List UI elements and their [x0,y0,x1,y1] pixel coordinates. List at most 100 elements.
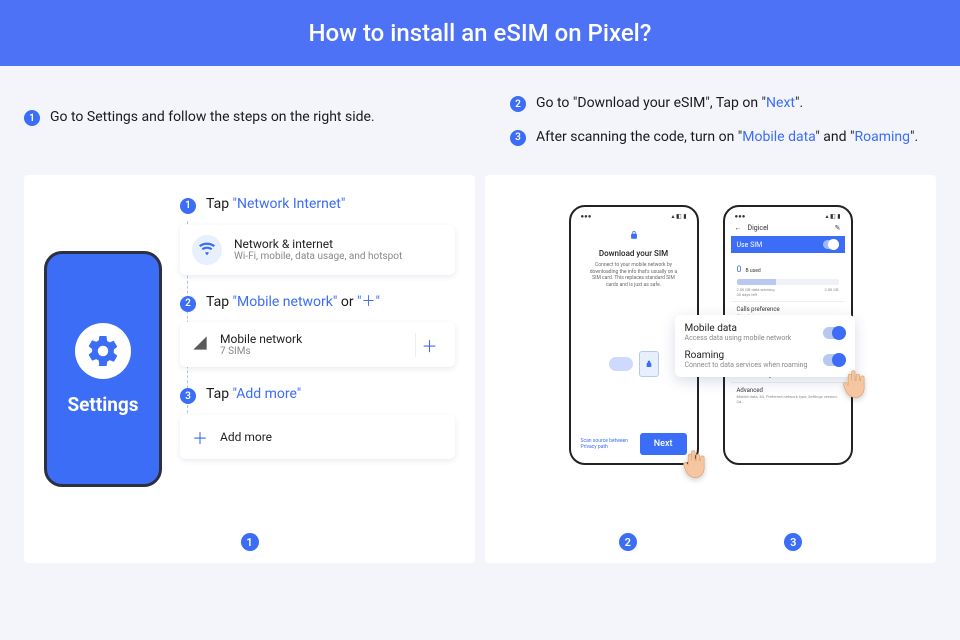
gear-icon [85,333,121,369]
intro-text-3: After scanning the code, turn on "Mobile… [536,128,918,148]
data-usage-section: 0 B used 2.00 GB data warning 30 days le… [731,253,845,302]
carrier-header: ← Digicel ✎ [731,222,845,236]
panels: Settings 1 Tap "Network Internet" [0,175,960,563]
mobile-network-row[interactable]: Mobile network 7 SIMs ＋ [180,322,455,367]
intro-step-2: 2 Go to "Download your eSIM", Tap on "Ne… [510,94,936,114]
s2-or: or [337,294,357,310]
wifi-icon [192,235,222,265]
calls-pref-label: Calls preference [737,306,839,313]
usage-bar [737,279,839,285]
bullet-2: 2 [510,96,526,112]
t3-mid: " and " [815,129,854,145]
bullet-3: 3 [510,130,526,146]
advanced-sub: Mobile data, 3G, Preferred network type,… [737,394,839,404]
s3-hl: "Add more" [233,386,302,402]
used-label: B used [746,268,761,274]
network-internet-row[interactable]: Network & internet Wi-Fi, mobile, data u… [180,225,455,275]
roaming-row[interactable]: Roaming Connect to data services when ro… [685,350,845,369]
mobile-data-toggle[interactable] [823,327,845,339]
plus-icon[interactable]: ＋ [415,333,443,357]
bullet-1: 1 [24,110,40,126]
edit-icon[interactable]: ✎ [835,224,841,232]
s2-hl: "Mobile network" [233,294,338,310]
intro-left: 1 Go to Settings and follow the steps on… [24,94,450,161]
card-title-2: Mobile network [220,332,403,346]
t2-hl: Next [766,95,795,111]
panel-3-badge: 3 [784,533,802,551]
add-more-row[interactable]: ＋ Add more [180,415,455,459]
intro-step-1: 1 Go to Settings and follow the steps on… [24,108,450,128]
s1-tap: Tap [206,196,233,212]
t2-suffix: ". [795,95,803,111]
add-icon: ＋ [192,425,208,449]
t3-hl2: Roaming [854,129,910,145]
mobile-data-title: Mobile data [685,323,792,334]
intro-section: 1 Go to Settings and follow the steps on… [0,66,960,175]
mobile-data-sub: Access data using mobile network [685,334,792,342]
days-left: 30 days left [737,292,775,297]
roaming-toggle[interactable] [823,354,845,366]
data-limit: 2.00 GB [824,287,838,297]
status-bar-2: ●●●▴ ◧ ▮ [731,213,845,222]
use-sim-row[interactable]: Use SIM [731,236,845,253]
step-2: 2 Tap "Mobile network" or "＋" Mobile net… [180,293,455,368]
page-header: How to install an eSIM on Pixel? [0,0,960,66]
roaming-title: Roaming [685,350,808,361]
back-icon[interactable]: ← [735,224,742,232]
download-sim-desc: Connect to your mobile network by downlo… [583,262,685,288]
page-title: How to install an eSIM on Pixel? [309,19,652,47]
card-sub-2: 7 SIMs [220,346,403,357]
panel-1-badge-row: 1 [24,533,475,551]
download-sim-title: Download your SIM [599,249,668,258]
intro-text-1: Go to Settings and follow the steps on t… [50,108,375,128]
settings-label: Settings [67,393,138,416]
t3-hl1: Mobile data [742,129,815,145]
use-sim-toggle[interactable] [823,240,839,249]
t3-suffix: ". [910,129,918,145]
advanced-row[interactable]: Advanced Mobile data, 3G, Preferred netw… [731,383,845,408]
intro-text-2: Go to "Download your eSIM", Tap on "Next… [536,94,803,114]
lock-icon [629,226,639,245]
roaming-sub: Connect to data services when roaming [685,361,808,369]
t2-prefix: Go to "Download your eSIM", Tap on " [536,95,766,111]
panel-1: Settings 1 Tap "Network Internet" [24,175,475,563]
step-1: 1 Tap "Network Internet" Network & inter… [180,195,455,275]
privacy-link[interactable]: Scan source between Privacy path [581,438,640,450]
sim-card-icon [639,351,659,377]
step-text-1: Tap "Network Internet" [206,195,345,215]
card-sub-1: Wi-Fi, mobile, data usage, and hotspot [234,251,402,262]
advanced-label: Advanced [737,387,839,394]
intro-right: 2 Go to "Download your eSIM", Tap on "Ne… [510,94,936,161]
cloud-icon [609,357,633,371]
intro-step-3: 3 After scanning the code, turn on "Mobi… [510,128,936,148]
download-graphic [577,294,691,433]
step-text-3: Tap "Add more" [206,385,301,405]
step-bullet-3: 3 [180,388,196,404]
panel-2-badge: 2 [619,533,637,551]
card-title-1: Network & internet [234,237,402,251]
next-button[interactable]: Next [640,433,687,455]
panel-2-3: ●●●▴ ◧ ▮ Download your SIM Connect to yo… [485,175,936,563]
settings-phone: Settings [44,251,162,487]
s1-hl: "Network Internet" [233,196,346,212]
mobile-data-row[interactable]: Mobile data Access data using mobile net… [685,323,845,342]
step-text-2: Tap "Mobile network" or "＋" [206,293,380,313]
gear-circle [75,323,131,379]
mobile-roaming-card: Mobile data Access data using mobile net… [675,315,855,377]
card-title-3: Add more [220,430,272,444]
s2-tap: Tap [206,294,233,310]
carrier-name: Digicel [748,224,769,232]
steps-column: 1 Tap "Network Internet" Network & inter… [180,195,455,543]
panel-1-badge: 1 [241,533,259,551]
signal-icon [192,335,208,355]
used-amount: 0 [737,265,742,275]
step-3: 3 Tap "Add more" ＋ Add more [180,385,455,459]
step-bullet-1: 1 [180,198,196,214]
s3-tap: Tap [206,386,233,402]
s2-hl2: "＋" [357,294,380,310]
status-bar-1: ●●●▴ ◧ ▮ [577,213,691,222]
panel-23-badge-row: 2 3 [485,533,936,551]
t3-prefix: After scanning the code, turn on " [536,129,742,145]
step-bullet-2: 2 [180,296,196,312]
use-sim-label: Use SIM [737,241,763,249]
